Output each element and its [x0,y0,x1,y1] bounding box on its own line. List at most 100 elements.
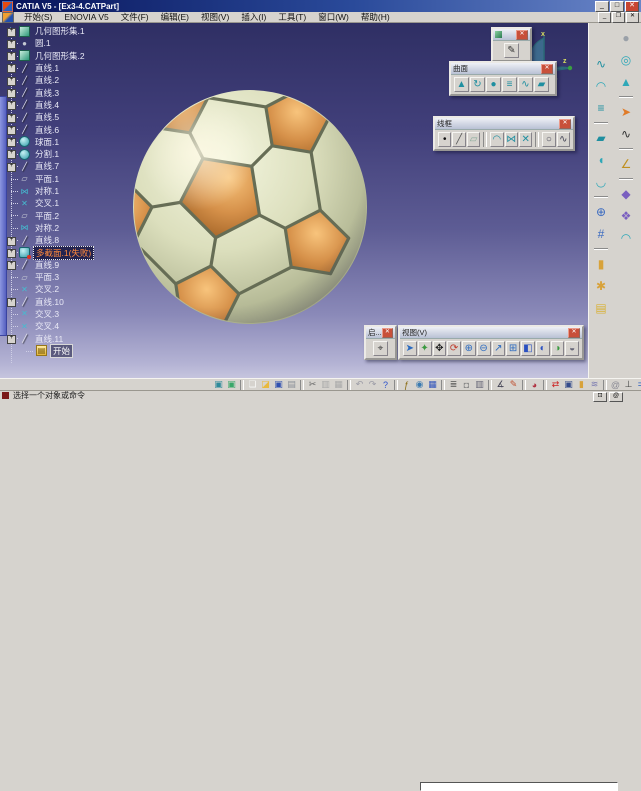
columns-icon[interactable]: ▥ [473,379,486,390]
sweep-icon[interactable]: ∿ [592,55,610,73]
menu-item-6[interactable]: 工具(T) [272,12,312,22]
revolve-tool-icon[interactable]: ◎ [617,51,635,69]
sweep2-icon[interactable]: ◠ [617,229,635,247]
expand-icon[interactable]: + [7,138,16,147]
knowledge-icon[interactable]: ⇉ [635,379,641,390]
tree-node-label[interactable]: 圆.1 [33,37,53,49]
tree-node-交叉.3[interactable]: ✕交叉.3 [2,308,152,320]
catalog-icon[interactable]: ▮ [575,379,588,390]
workbench-icon[interactable] [2,12,14,23]
hide-show-icon[interactable]: ◑ [551,341,565,356]
multi-section-icon[interactable]: ◠ [592,77,610,95]
open-file-icon[interactable]: ◪ [259,379,272,390]
intersection-icon[interactable]: ✕ [519,132,532,147]
circle-icon[interactable]: ○ [542,132,555,147]
expand-icon[interactable]: + [7,335,16,344]
power-copy-icon[interactable]: ▤ [592,299,610,317]
expand-icon[interactable]: + [7,237,16,246]
menu-item-8[interactable]: 帮助(H) [355,12,396,22]
tree-node-label[interactable]: 几何图形集.1 [33,25,87,37]
tree-node-label[interactable]: 对称.1 [33,185,61,197]
mdi-minimize-button[interactable]: _ [598,12,611,23]
catalog-icon[interactable]: ▮ [592,255,610,273]
tree-node-label[interactable]: 分割.1 [33,148,61,160]
tree-node-直线.7[interactable]: +╱直线.7 [2,160,152,172]
tree-node-label[interactable]: 直线.8 [33,234,61,246]
menu-item-7[interactable]: 窗口(W) [312,12,355,22]
tree-node-直线.3[interactable]: +╱直线.3 [2,86,152,98]
expand-icon[interactable]: + [7,163,16,172]
tree-node-label[interactable]: 对称.2 [33,222,61,234]
expand-icon[interactable]: + [7,114,16,123]
expand-icon[interactable]: + [7,126,16,135]
at-icon[interactable]: @ [609,379,622,390]
axis-icon[interactable]: ⊥ [622,379,635,390]
viewport-3d[interactable]: +✛几何图形集.1+●圆.1+几何图形集.2+╱直线.1+╱直线.2+╱直线.3… [0,23,588,378]
zoom-out-icon[interactable]: ⊖ [477,341,491,356]
tree-node-label[interactable]: 多截面.1(失败) [33,246,94,260]
menu-item-2[interactable]: 文件(F) [115,12,155,22]
tree-node-直线.11[interactable]: +╱直线.11 [2,332,152,344]
tree-node-label[interactable]: 直线.6 [33,124,61,136]
revolve-icon[interactable]: ↻ [470,77,485,92]
tree-node-label[interactable]: 直线.1 [33,62,61,74]
tree-node-label[interactable]: 直线.9 [33,259,61,271]
tree-node-label[interactable]: 交叉.2 [33,283,61,295]
render-style-icon[interactable]: ◐ [536,341,550,356]
toolbar-title[interactable]: 启... ✕ [366,327,395,339]
soccer-ball-model[interactable] [118,75,382,339]
link-window-icon[interactable]: ▣ [212,379,225,390]
tree-node-直线.10[interactable]: +╱直线.10 [2,296,152,308]
fly-head-icon[interactable]: ⌖ [373,341,388,356]
paint-icon[interactable]: ✎ [507,379,520,390]
tree-node-label[interactable]: 直线.7 [33,160,61,172]
tree-node-直线.1[interactable]: +╱直线.1 [2,62,152,74]
tree-node-直线.2[interactable]: +╱直线.2 [2,74,152,86]
spline-tool-icon[interactable]: ∿ [617,125,635,143]
close-button[interactable]: ✕ [625,1,639,12]
expand-icon[interactable]: + [7,261,16,270]
tree-node-对称.2[interactable]: ⋈对称.2 [2,222,152,234]
tree-node-直线.9[interactable]: +╱直线.9 [2,259,152,271]
product-graph-icon[interactable]: ≣ [447,379,460,390]
iso-view-icon[interactable]: ◧ [521,341,535,356]
maximize-button[interactable]: □ [610,1,624,12]
tree-node-交叉.4[interactable]: ✕交叉.4 [2,320,152,332]
tree-node-label[interactable]: 直线.4 [33,99,61,111]
combine-icon[interactable]: ⋈ [505,132,518,147]
close-icon[interactable]: ✕ [382,328,393,338]
tree-node-分割.1[interactable]: +分割.1 [2,148,152,160]
monitor-icon[interactable]: ▣ [562,379,575,390]
tree-node-label[interactable]: 平面.3 [33,271,61,283]
tree-node-交叉.2[interactable]: ✕交叉.2 [2,283,152,295]
zoom-in-icon[interactable]: ⊕ [462,341,476,356]
tree-node-label[interactable]: 直线.10 [33,296,66,308]
formula-fx-icon[interactable]: ƒ [400,379,413,390]
close-icon[interactable]: ✕ [541,64,553,74]
status-options-button[interactable]: @ [609,392,623,402]
tree-node-直线.4[interactable]: +╱直线.4 [2,99,152,111]
tree-node-label[interactable]: 平面.1 [33,173,61,185]
sphere-icon[interactable]: ● [486,77,501,92]
tree-node-label[interactable]: 交叉.3 [33,308,61,320]
toolbar-title[interactable]: ✕ [493,29,530,41]
paint-ball-icon[interactable]: ✱ [592,277,610,295]
swap-icon[interactable]: ⇄ [549,379,562,390]
tree-node-label[interactable]: 几何图形集.2 [33,50,87,62]
menu-item-1[interactable]: ENOVIA V5 [58,12,114,22]
projection-icon[interactable]: ◠ [490,132,503,147]
expand-icon[interactable]: + [7,298,16,307]
boundary-icon[interactable]: ◡ [592,173,610,191]
multi-view-icon[interactable]: ⊞ [506,341,520,356]
paste-icon[interactable]: ▦ [332,379,345,390]
preview-icon[interactable]: ◉ [413,379,426,390]
sphere-tool-icon[interactable]: ● [617,29,635,47]
healing-tool-icon[interactable]: ❖ [617,207,635,225]
menu-item-0[interactable]: 开始(S) [18,12,58,22]
tree-node-label[interactable]: 平面.2 [33,210,61,222]
extrude-icon[interactable]: ▲ [454,77,469,92]
tree-node-label[interactable]: 交叉.4 [33,320,61,332]
fit-all-icon[interactable]: ✦ [418,341,432,356]
overlap-window-icon[interactable]: ▣ [225,379,238,390]
blend-icon[interactable]: ◖ [592,151,610,169]
